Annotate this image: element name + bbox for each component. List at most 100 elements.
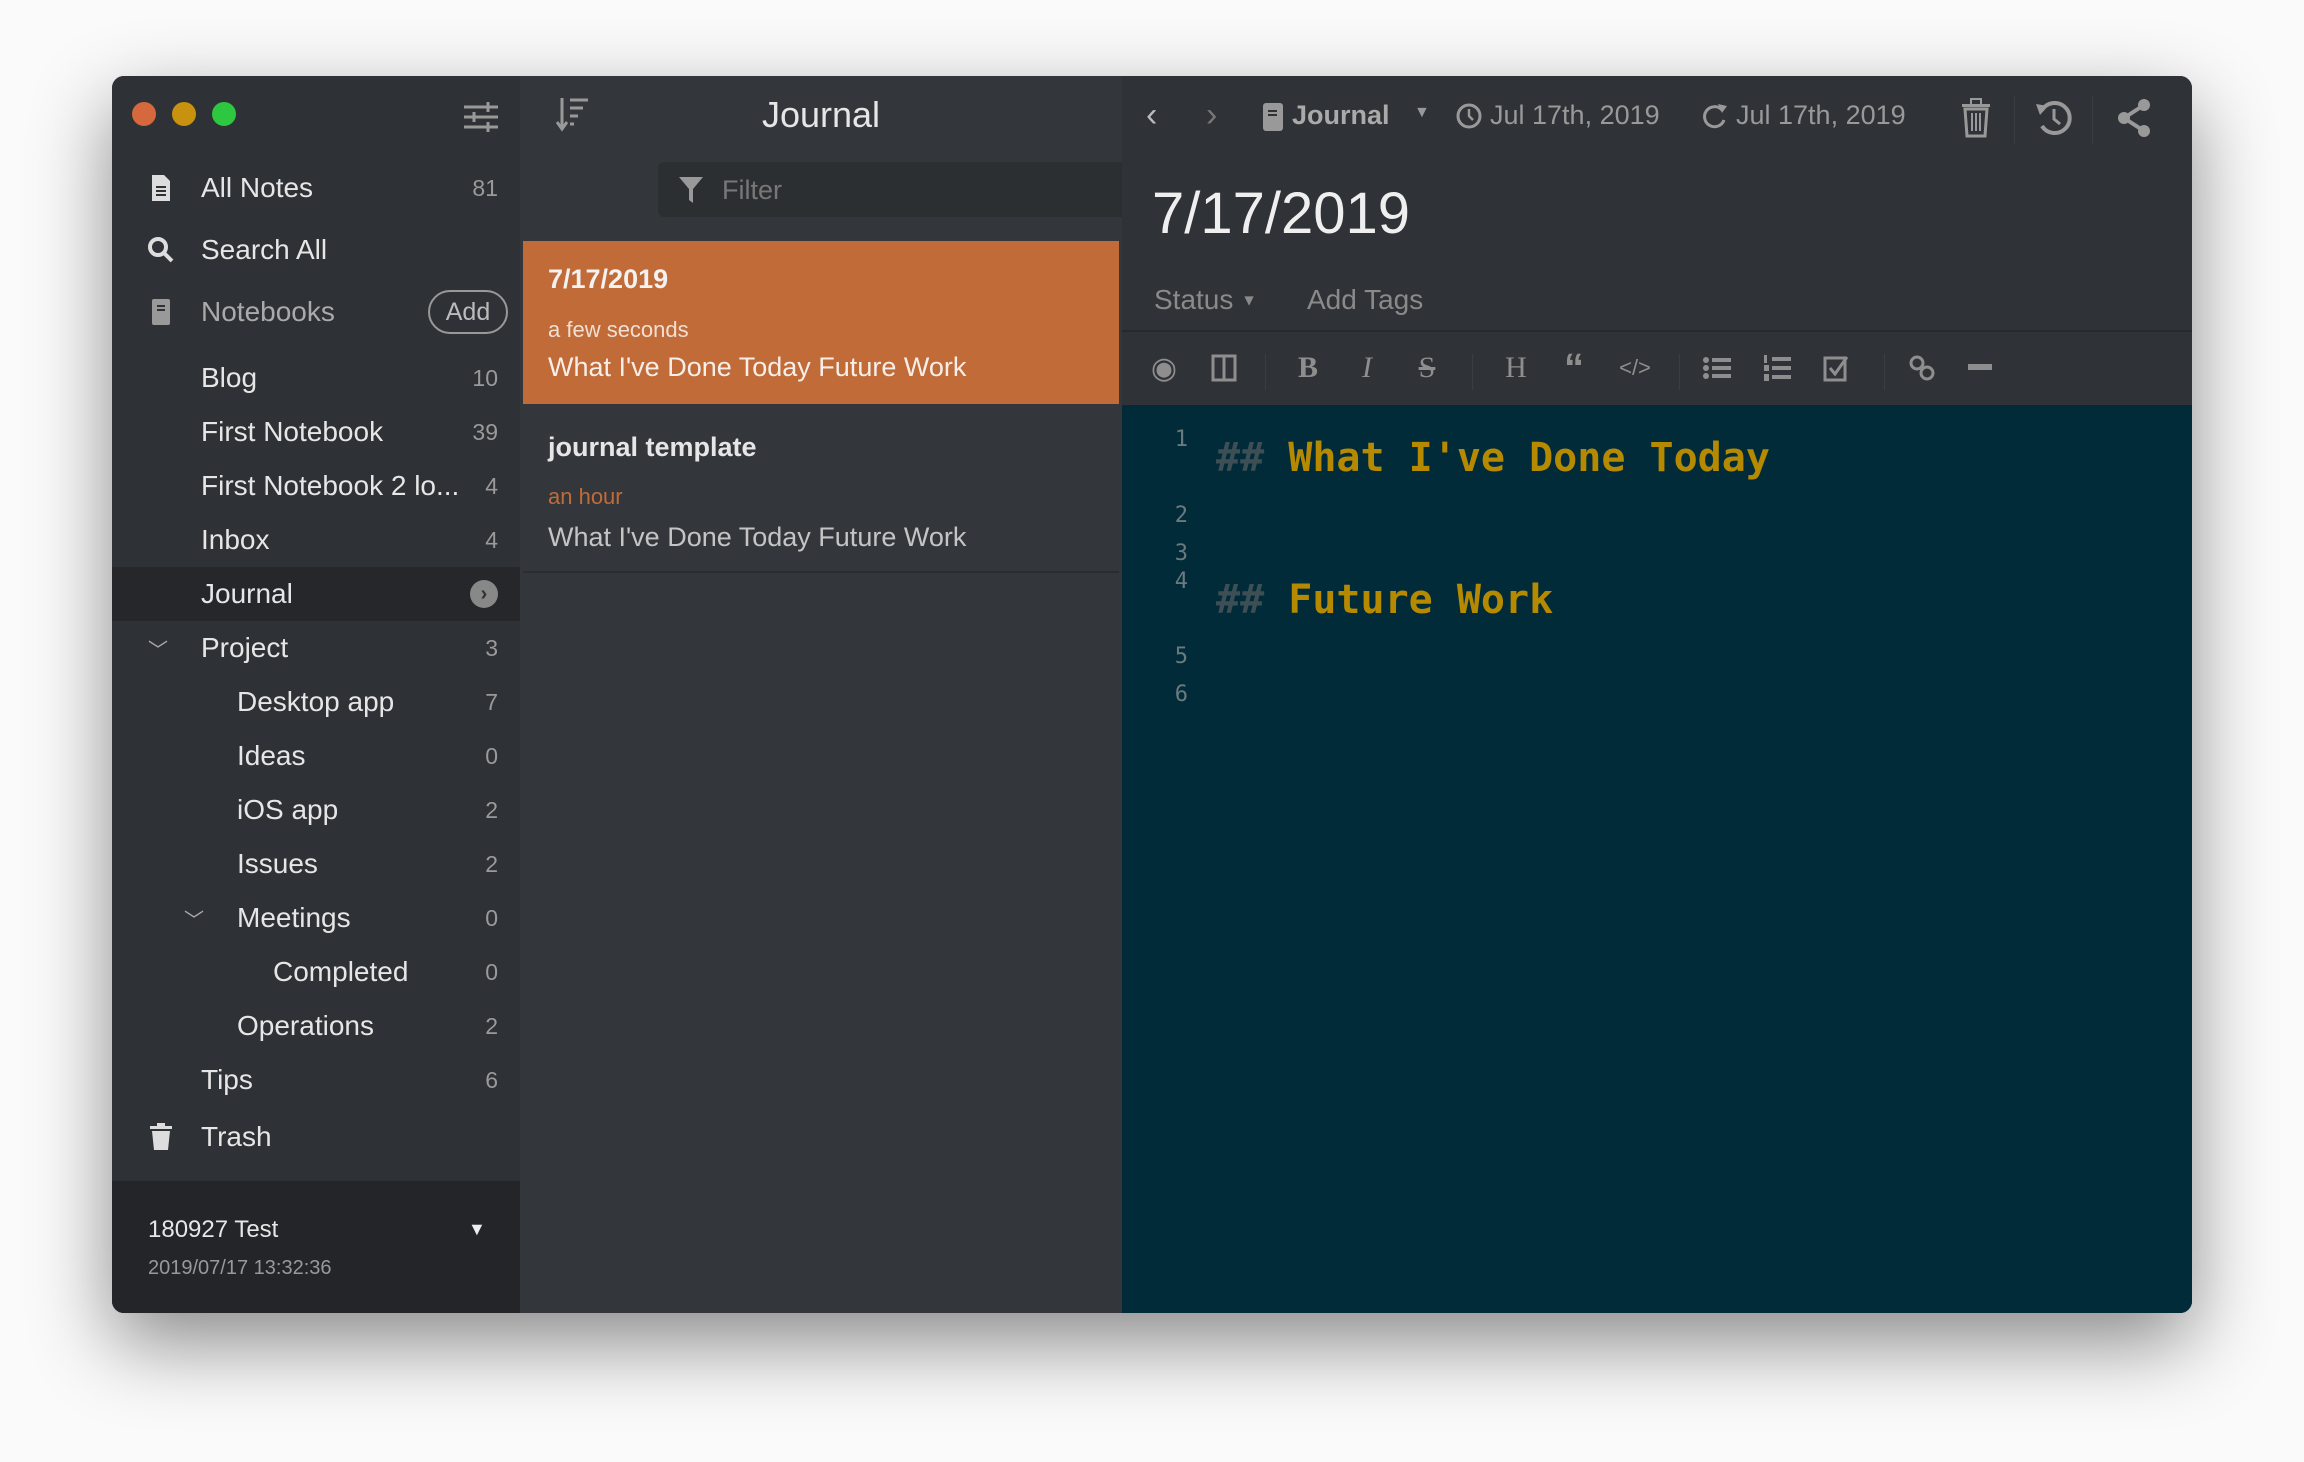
- note-title-input[interactable]: 7/17/2019: [1152, 180, 1410, 247]
- notebook-label: Blog: [201, 362, 258, 393]
- sidebar-item-first-notebook-2[interactable]: First Notebook 2 lo... 4: [112, 459, 520, 513]
- notebook-label: Ideas: [237, 740, 306, 771]
- notebook-label: iOS app: [237, 794, 339, 825]
- document-icon: [152, 175, 170, 201]
- all-notes-count: 81: [472, 174, 498, 201]
- sidebar-item-desktop-app[interactable]: Desktop app 7: [112, 675, 520, 729]
- sidebar-item-completed[interactable]: Completed 0: [112, 945, 520, 999]
- notebook-count: 7: [485, 688, 498, 715]
- sidebar-item-tips[interactable]: Tips 6: [112, 1053, 520, 1107]
- divider: [1472, 354, 1473, 390]
- heading-icon[interactable]: H: [1496, 348, 1536, 388]
- minimize-window-button[interactable]: [172, 102, 196, 126]
- notebook-icon: [1263, 103, 1283, 131]
- sidebar: All Notes 81 Search All Notebooks Add Bl…: [112, 76, 520, 1313]
- horizontal-rule-icon[interactable]: [1960, 348, 2000, 388]
- note-list-item-selected[interactable]: 7/17/2019 a few seconds What I've Done T…: [523, 241, 1119, 404]
- heading-marker: ##: [1216, 577, 1265, 623]
- sidebar-item-search-all[interactable]: Search All: [112, 219, 520, 281]
- note-time: an hour: [548, 484, 623, 509]
- search-icon: [148, 237, 174, 263]
- line-number: 3: [1174, 541, 1188, 566]
- chevron-down-icon[interactable]: ﹀: [184, 904, 204, 933]
- editor-panel: ‹ › Journal ▼ Jul 17th, 2019 Jul 17th, 2…: [1122, 76, 2192, 1313]
- divider: [1122, 330, 2192, 332]
- delete-icon[interactable]: [1960, 98, 1992, 138]
- notebook-count: 2: [485, 850, 498, 877]
- preview-eye-icon[interactable]: ◉: [1144, 348, 1184, 388]
- sidebar-item-ideas[interactable]: Ideas 0: [112, 729, 520, 783]
- note-list-item[interactable]: journal template an hour What I've Done …: [523, 406, 1119, 573]
- quote-icon[interactable]: “: [1554, 346, 1594, 390]
- heading-text: Future Work: [1288, 577, 1554, 623]
- status-dropdown[interactable]: Status ▼: [1154, 284, 1257, 316]
- back-arrow-icon[interactable]: ‹: [1146, 96, 1157, 135]
- add-notebook-button[interactable]: Add: [428, 290, 508, 334]
- sidebar-item-all-notes[interactable]: All Notes 81: [112, 157, 520, 219]
- code-icon[interactable]: </>: [1615, 348, 1655, 388]
- bold-icon[interactable]: B: [1288, 348, 1328, 388]
- zoom-window-button[interactable]: [212, 102, 236, 126]
- note-preview: What I've Done Today Future Work: [548, 522, 967, 552]
- sidebar-item-trash[interactable]: Trash: [112, 1110, 520, 1164]
- note-preview: What I've Done Today Future Work: [548, 352, 967, 382]
- account-footer[interactable]: 180927 Test 2019/07/17 13:32:36 ▼: [112, 1181, 520, 1313]
- notebook-count: 2: [485, 796, 498, 823]
- sidebar-item-project[interactable]: ﹀ Project 3: [112, 621, 520, 675]
- filter-placeholder: Filter: [722, 175, 782, 205]
- caret-down-icon[interactable]: ▼: [1414, 104, 1430, 122]
- bullet-list-icon[interactable]: [1697, 348, 1737, 388]
- notebook-label: Desktop app: [237, 686, 395, 717]
- notebook-label: Journal: [201, 578, 293, 609]
- line-number: 4: [1174, 569, 1188, 594]
- note-title: 7/17/2019: [548, 264, 669, 294]
- split-view-icon[interactable]: [1204, 348, 1244, 388]
- caret-down-icon[interactable]: ▼: [468, 1219, 486, 1240]
- markdown-editor[interactable]: 1 ## What I've Done Today 2 3 4 ## Futur…: [1122, 405, 2192, 1313]
- history-icon[interactable]: [2034, 98, 2074, 138]
- checklist-icon[interactable]: [1816, 348, 1856, 388]
- sidebar-item-operations[interactable]: Operations 2: [112, 999, 520, 1053]
- sidebar-item-meetings[interactable]: ﹀ Meetings 0: [112, 891, 520, 945]
- notebook-count: 4: [485, 472, 498, 499]
- updated-date: Jul 17th, 2019: [1736, 100, 1906, 130]
- code-line: ## What I've Done Today: [1216, 435, 1770, 481]
- forward-arrow-icon[interactable]: ›: [1206, 96, 1217, 135]
- numbered-list-icon[interactable]: [1757, 348, 1797, 388]
- share-icon[interactable]: [2116, 98, 2152, 138]
- note-list-panel: Journal Filter 7/17/2019 a few seconds W…: [520, 76, 1210, 1313]
- notebook-count: 3: [485, 634, 498, 661]
- strikethrough-icon[interactable]: S: [1407, 348, 1447, 388]
- line-number: 2: [1174, 503, 1188, 528]
- sidebar-item-first-notebook[interactable]: First Notebook 39: [112, 405, 520, 459]
- notebook-label: Inbox: [201, 524, 270, 555]
- account-name: 180927 Test: [148, 1216, 279, 1243]
- notebook-label: Project: [201, 632, 289, 663]
- sidebar-item-blog[interactable]: Blog 10: [112, 351, 520, 405]
- sidebar-item-inbox[interactable]: Inbox 4: [112, 513, 520, 567]
- divider: [1265, 354, 1266, 390]
- chevron-right-circle-icon[interactable]: ›: [470, 580, 498, 608]
- notebook-count: 39: [472, 418, 498, 445]
- notebook-count: 0: [485, 742, 498, 769]
- app-window: All Notes 81 Search All Notebooks Add Bl…: [112, 76, 2192, 1313]
- link-icon[interactable]: [1902, 348, 1942, 388]
- close-window-button[interactable]: [132, 102, 156, 126]
- notebook-count: 2: [485, 1012, 498, 1039]
- sidebar-item-issues[interactable]: Issues 2: [112, 837, 520, 891]
- add-tags-input[interactable]: Add Tags: [1307, 284, 1423, 316]
- sliders-icon[interactable]: [462, 102, 500, 132]
- divider: [1884, 354, 1885, 390]
- italic-icon[interactable]: I: [1347, 348, 1387, 388]
- sidebar-notebooks-header: Notebooks Add: [112, 281, 520, 343]
- notebook-selector[interactable]: Journal: [1292, 100, 1390, 131]
- line-number: 6: [1174, 682, 1188, 707]
- chevron-down-icon[interactable]: ﹀: [148, 634, 168, 663]
- line-number: 1: [1174, 427, 1188, 452]
- line-number: 5: [1174, 644, 1188, 669]
- list-title: Journal: [761, 94, 881, 135]
- sidebar-item-ios-app[interactable]: iOS app 2: [112, 783, 520, 837]
- sidebar-item-journal[interactable]: Journal ›: [112, 567, 520, 621]
- notebook-label: First Notebook 2 lo...: [201, 470, 460, 501]
- trash-label: Trash: [201, 1121, 272, 1152]
